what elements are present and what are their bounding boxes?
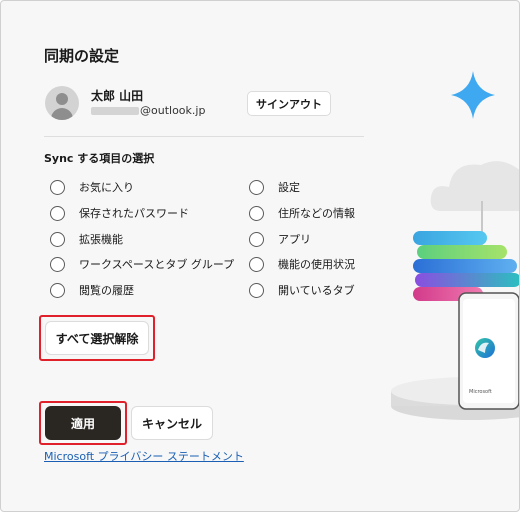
sparkle-icon xyxy=(451,71,495,119)
option-label: 保存されたパスワード xyxy=(79,207,189,220)
edge-logo-icon xyxy=(475,338,495,358)
option-favorites[interactable]: お気に入り xyxy=(50,179,134,195)
user-email: @outlook.jp xyxy=(91,104,205,117)
avatar-head-shape xyxy=(56,93,68,105)
checkbox-open-tabs[interactable] xyxy=(249,282,264,298)
checkbox-feature-usage[interactable] xyxy=(249,256,264,272)
option-history[interactable]: 閲覧の履歴 xyxy=(50,282,134,298)
option-label: お気に入り xyxy=(79,181,134,194)
user-name: 太郎 山田 xyxy=(91,89,144,103)
checkbox-settings[interactable] xyxy=(249,179,264,195)
checkbox-addresses[interactable] xyxy=(249,205,264,221)
option-label: 開いているタブ xyxy=(278,284,355,297)
sync-section-label: Sync する項目の選択 xyxy=(44,152,155,165)
dialog-title: 同期の設定 xyxy=(44,47,120,65)
signout-button[interactable]: サインアウト xyxy=(247,91,331,116)
privacy-statement-link[interactable]: Microsoft プライバシー ステートメント xyxy=(44,448,244,464)
deselect-all-button[interactable]: すべて選択解除 xyxy=(45,321,149,355)
divider xyxy=(44,136,364,137)
option-settings[interactable]: 設定 xyxy=(249,179,300,195)
option-addresses[interactable]: 住所などの情報 xyxy=(249,205,355,221)
option-label: ワークスペースとタブ グループ xyxy=(79,258,235,271)
option-apps[interactable]: アプリ xyxy=(249,231,311,247)
checkbox-favorites[interactable] xyxy=(50,179,65,195)
option-label: 拡張機能 xyxy=(79,233,123,246)
email-redaction xyxy=(91,106,139,115)
sync-illustration xyxy=(391,71,519,420)
option-label: 設定 xyxy=(278,181,300,194)
checkbox-apps[interactable] xyxy=(249,231,264,247)
option-workspaces-tab-groups[interactable]: ワークスペースとタブ グループ xyxy=(50,256,234,272)
option-label: 機能の使用状況 xyxy=(278,258,355,271)
cancel-button[interactable]: キャンセル xyxy=(131,406,213,440)
sync-settings-dialog: 同期の設定 太郎 山田 @outlook.jp サインアウト Sync する項目… xyxy=(0,0,520,512)
option-label: 住所などの情報 xyxy=(278,207,355,220)
option-label: 閲覧の履歴 xyxy=(79,284,134,297)
option-open-tabs[interactable]: 開いているタブ xyxy=(249,282,355,298)
phone-caption: Microsoft xyxy=(469,389,492,395)
checkbox-history[interactable] xyxy=(50,282,65,298)
checkbox-extensions[interactable] xyxy=(50,231,65,247)
email-domain: @outlook.jp xyxy=(140,104,206,117)
avatar xyxy=(45,86,79,120)
option-saved-passwords[interactable]: 保存されたパスワード xyxy=(50,205,189,221)
avatar-body-shape xyxy=(51,108,73,120)
checkbox-saved-passwords[interactable] xyxy=(50,205,65,221)
colored-bars-graphic xyxy=(413,231,519,301)
option-feature-usage[interactable]: 機能の使用状況 xyxy=(249,256,355,272)
checkbox-workspaces-tab-groups[interactable] xyxy=(50,256,65,272)
apply-button[interactable]: 適用 xyxy=(45,406,121,440)
option-extensions[interactable]: 拡張機能 xyxy=(50,231,123,247)
option-label: アプリ xyxy=(278,233,311,246)
